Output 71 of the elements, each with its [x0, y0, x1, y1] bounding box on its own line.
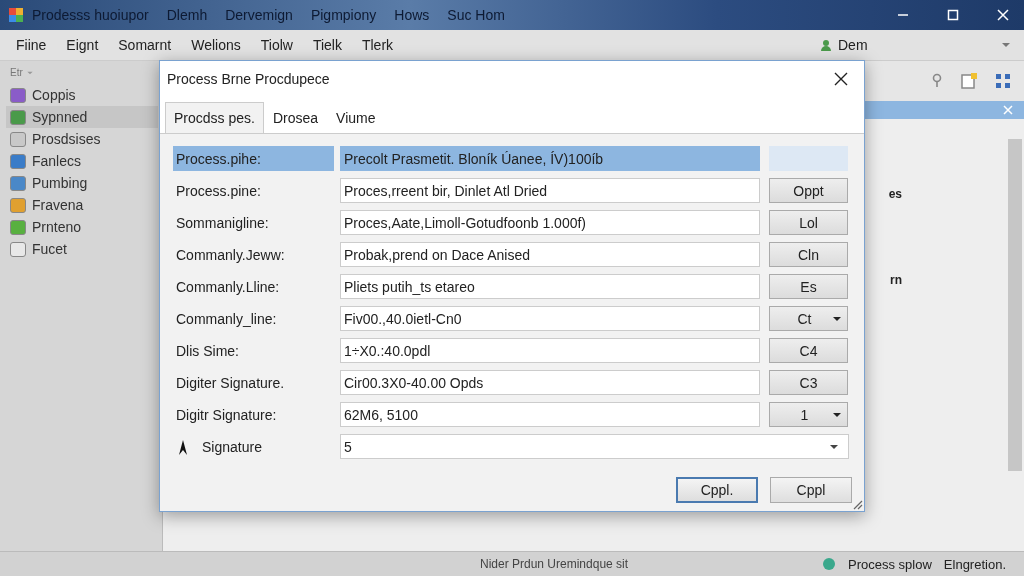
- dropdown-button[interactable]: Ct: [769, 306, 848, 331]
- input-field[interactable]: 5: [340, 434, 849, 459]
- status-text: Elngretion.: [943, 556, 1006, 572]
- field-label: Signature: [173, 434, 334, 459]
- panel-text: rn: [890, 273, 902, 287]
- sidebar-item[interactable]: Fanlecs: [6, 150, 158, 172]
- field-label: Digiter Signature.: [175, 373, 286, 393]
- menu-item[interactable]: Fiine: [8, 33, 55, 57]
- user-icon: [820, 39, 832, 51]
- field-label: Commanly_line:: [175, 309, 278, 329]
- status-text: Process splow: [848, 556, 932, 572]
- profile-dropdown[interactable]: Dem: [814, 34, 1016, 56]
- app-icon: [8, 7, 24, 23]
- field-label: Digitr Signature:: [175, 405, 278, 425]
- input-field[interactable]: Precolt Prasmetit. Bloník Úanee, ÍV)100íb: [340, 146, 760, 171]
- input-field[interactable]: Pliets putih_ts etareo: [340, 274, 760, 299]
- tab[interactable]: Drosea: [263, 102, 328, 133]
- sidebar-item[interactable]: Sypnned: [6, 106, 158, 128]
- caret-icon: [26, 70, 33, 75]
- row-button[interactable]: Lol: [769, 210, 848, 235]
- dialog-title: Process Brne Procdupece: [167, 71, 330, 87]
- title-menu-item[interactable]: Suc Hom: [447, 7, 505, 23]
- sidebar-item[interactable]: Prnteno: [6, 216, 158, 238]
- field-label: Commanly.Lline:: [175, 277, 281, 297]
- input-field[interactable]: Probak,prend on Dace Anised: [340, 242, 760, 267]
- row-button[interactable]: Oppt: [769, 178, 848, 203]
- sidebar-item[interactable]: Coppis: [6, 84, 158, 106]
- menu-item[interactable]: Tielk: [304, 33, 350, 57]
- sidebar-item[interactable]: Fucet: [6, 238, 158, 260]
- dialog-button[interactable]: Cppl: [770, 477, 852, 503]
- input-field[interactable]: Proces,Aate,Limoll-Gotudfoonb 1.000f): [340, 210, 760, 235]
- scrollbar[interactable]: [1008, 139, 1022, 471]
- grid-icon[interactable]: [994, 72, 1012, 90]
- field-label: Dlis Sime:: [175, 341, 240, 361]
- sidebar-item[interactable]: Prosdsises: [6, 128, 158, 150]
- input-field[interactable]: Proces,rreent bir, Dinlet Atl Dried: [340, 178, 760, 203]
- input-field[interactable]: Cir00.3X0-40.00 Opds: [340, 370, 760, 395]
- sidebar-item[interactable]: Pumbing: [6, 172, 158, 194]
- field-label: Sommanigline:: [175, 213, 270, 233]
- sidebar-item[interactable]: Fravena: [6, 194, 158, 216]
- menu-item[interactable]: Welions: [183, 33, 249, 57]
- input-field[interactable]: 62M6, 5100: [340, 402, 760, 427]
- title-menu-item[interactable]: Hows: [394, 7, 430, 23]
- dropdown-button[interactable]: 1: [769, 402, 848, 427]
- panel-text: es: [888, 187, 902, 201]
- input-field[interactable]: 1÷X0.:40.0pdl: [340, 338, 760, 363]
- new-document-icon[interactable]: [960, 72, 978, 90]
- tab[interactable]: Procdss pes.: [165, 102, 264, 133]
- input-field[interactable]: Fiv00.,40.0ietl-Cn0: [340, 306, 760, 331]
- row-button[interactable]: C3: [769, 370, 848, 395]
- menu-item[interactable]: Tiolw: [252, 33, 301, 57]
- menu-item[interactable]: Eignt: [58, 33, 107, 57]
- caret-icon: [833, 315, 841, 322]
- resize-grip-icon[interactable]: [851, 498, 863, 510]
- caret-icon: [830, 443, 838, 450]
- menu-item[interactable]: Somarnt: [110, 33, 180, 57]
- status-text: Nider Prdun Uremindque sit: [480, 557, 629, 571]
- field-label: Process.pihe:: [173, 146, 334, 171]
- field-label: Commanly.Jeww:: [175, 245, 286, 265]
- maximize-icon[interactable]: [946, 8, 960, 22]
- row-button[interactable]: Es: [769, 274, 848, 299]
- row-button[interactable]: C4: [769, 338, 848, 363]
- title-menu-item[interactable]: Pigmpiony: [310, 7, 377, 23]
- menu-item[interactable]: Tlerk: [353, 33, 402, 57]
- field-label: Process.pine:: [175, 181, 262, 201]
- tab[interactable]: Viume: [327, 102, 385, 133]
- caret-icon: [833, 411, 841, 418]
- caret-icon: [1002, 42, 1010, 48]
- dialog-button[interactable]: Cppl.: [676, 477, 758, 503]
- row-button[interactable]: Cln: [769, 242, 848, 267]
- close-icon[interactable]: [834, 72, 848, 86]
